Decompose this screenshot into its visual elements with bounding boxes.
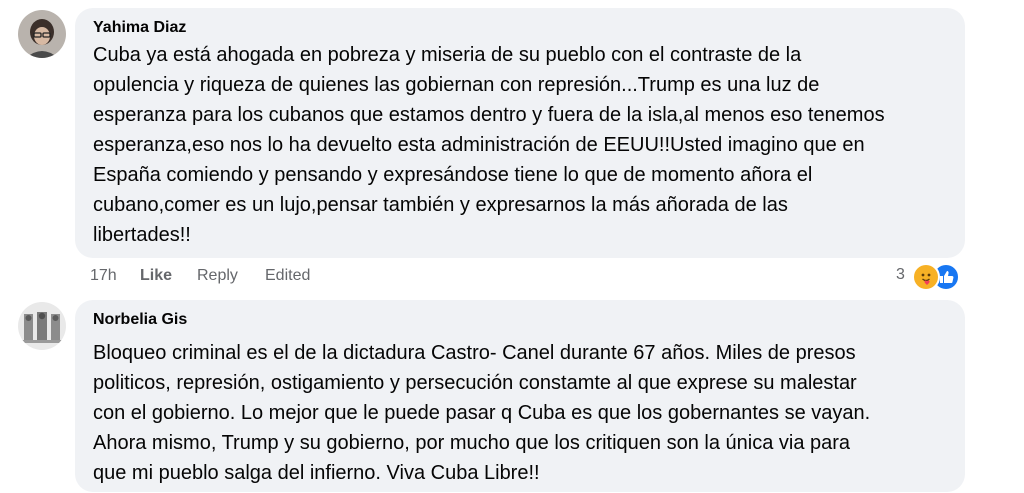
comment-author[interactable]: Norbelia Gis	[93, 311, 187, 329]
comment-author[interactable]: Yahima Diaz	[93, 19, 186, 37]
care-emoji-icon	[912, 263, 940, 291]
comment-text: Cuba ya está ahogada en pobreza y miseri…	[93, 44, 885, 246]
comment-item: Norbelia Gis Bloqueo criminal es el de l…	[0, 300, 1024, 493]
comment-bubble: Yahima Diaz Cuba ya está ahogada en pobr…	[75, 8, 965, 258]
comment-text: Bloqueo criminal es el de la dictadura C…	[93, 342, 871, 484]
avatar[interactable]	[18, 10, 66, 58]
comment-bubble: Norbelia Gis Bloqueo criminal es el de l…	[75, 300, 965, 492]
comment-timestamp[interactable]: 17h	[90, 267, 117, 285]
edited-label[interactable]: Edited	[265, 267, 310, 285]
profile-photo-icon	[18, 10, 66, 58]
reaction-summary[interactable]: 3	[894, 262, 964, 291]
reaction-count: 3	[896, 266, 905, 283]
comment-item: Yahima Diaz Cuba ya está ahogada en pobr…	[0, 0, 1024, 300]
like-button[interactable]: Like	[140, 267, 172, 285]
avatar[interactable]	[18, 302, 66, 350]
reply-button[interactable]: Reply	[197, 267, 238, 285]
profile-photo-icon	[18, 302, 66, 350]
